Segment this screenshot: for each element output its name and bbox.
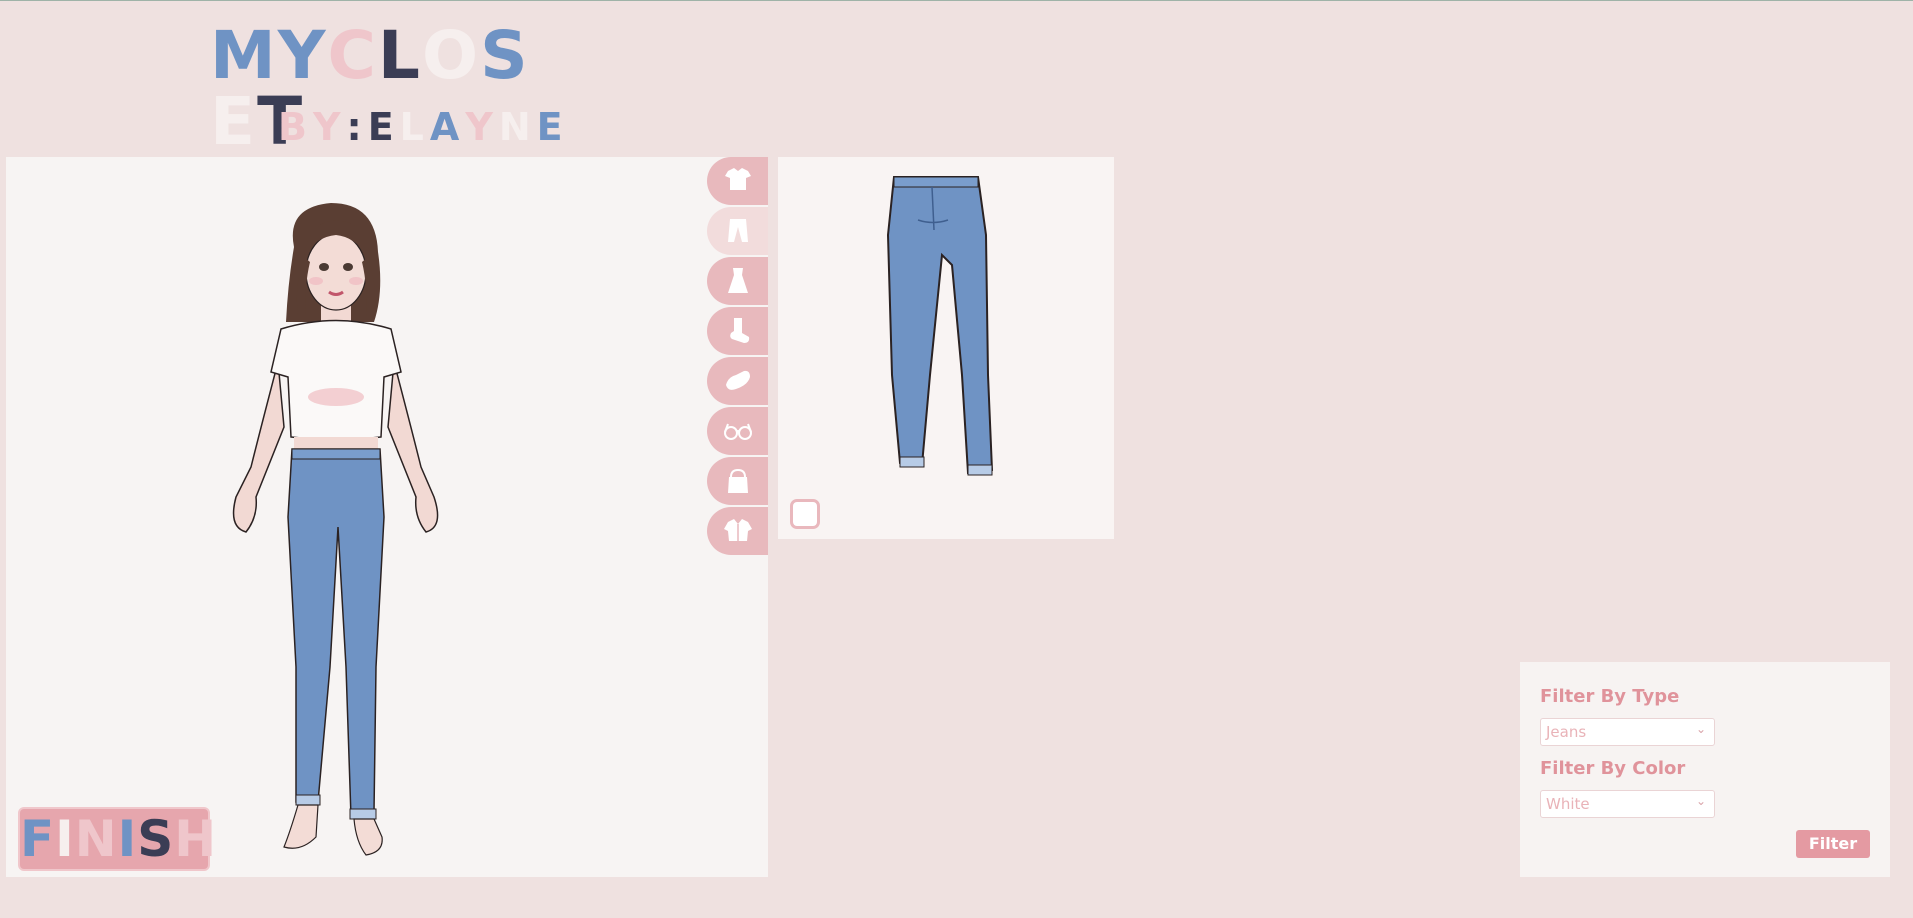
jacket-icon [723,519,752,541]
tab-bottoms[interactable] [707,207,768,255]
logo-title-letter: L [377,17,422,94]
shoe-icon [725,370,750,390]
logo-subtitle-letter: : [346,105,368,149]
logo-title-letter: E [210,83,258,160]
logo-subtitle-letter: Y [465,105,499,149]
logo-title-letter: Y [277,17,328,94]
filter-type-value: Jeans [1546,723,1587,741]
filter-color-label: Filter By Color [1540,758,1686,779]
finish-letter: S [137,810,175,868]
bag-icon [727,468,748,493]
logo-subtitle: BY:ELAYNE [278,107,569,147]
item-select-checkbox[interactable] [790,499,820,529]
tab-bags[interactable] [707,457,768,505]
logo-subtitle-letter: N [498,105,537,149]
finish-button[interactable]: FINISH [18,807,216,871]
tab-shoes[interactable] [707,357,768,405]
tab-jackets[interactable] [707,507,768,555]
dress-icon [727,268,748,293]
tab-dresses[interactable] [707,257,768,305]
tshirt-icon [724,168,751,190]
filter-type-select[interactable]: Jeans ⌄ [1540,718,1715,746]
chevron-down-icon: ⌄ [1695,794,1706,808]
item-jeans-image[interactable] [878,175,1018,485]
logo-subtitle-letter: L [399,105,430,149]
finish-letter: H [174,810,218,868]
logo-title-letter: C [327,17,378,94]
item-preview-panel [778,157,1114,539]
pants-icon [727,219,748,242]
logo-title-letter: S [480,17,530,94]
tab-socks[interactable] [707,307,768,355]
tab-glasses[interactable] [707,407,768,455]
avatar-figure [232,203,439,856]
category-tabs [707,157,768,557]
filter-panel: Filter By Type Jeans ⌄ Filter By Color W… [1520,662,1890,877]
finish-letter: I [55,810,75,868]
filter-button[interactable]: Filter [1796,830,1870,858]
finish-letter: F [20,810,56,868]
app-logo: MYCLOSET BY:ELAYNE [210,17,570,155]
logo-subtitle-letter: E [536,105,569,149]
filter-color-value: White [1546,795,1590,813]
logo-subtitle-letter: A [429,105,466,149]
filter-type-label: Filter By Type [1540,686,1680,707]
logo-title-letter: O [421,17,481,94]
finish-letter: N [74,810,118,868]
logo-subtitle-letter: B [278,105,313,149]
glasses-icon [723,423,752,440]
sock-icon [729,318,749,343]
avatar-panel: FINISH [6,157,768,877]
tab-tops[interactable] [707,157,768,205]
logo-title-letter: M [210,17,278,94]
chevron-down-icon: ⌄ [1695,722,1706,736]
filter-color-select[interactable]: White ⌄ [1540,790,1715,818]
logo-subtitle-letter: Y [312,105,347,149]
finish-letter: I [117,810,138,868]
logo-subtitle-letter: E [367,105,400,149]
